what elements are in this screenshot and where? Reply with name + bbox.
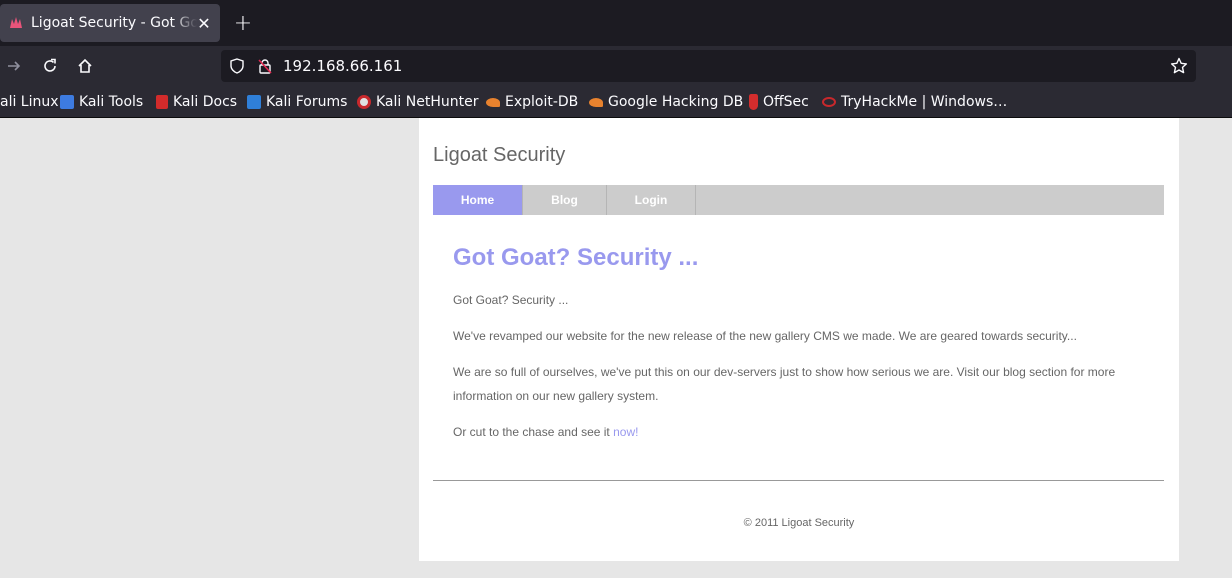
bookmark-label: Kali Docs (173, 94, 238, 110)
url-text[interactable]: 192.168.66.161 (283, 57, 402, 75)
browser-tab[interactable]: Ligoat Security - Got Goat? Security ...… (0, 4, 220, 42)
bookmark-label: ali Linux (0, 94, 59, 110)
footer-copyright: © 2011 Ligoat Security (743, 517, 855, 529)
navigation-toolbar: 192.168.66.161 (0, 46, 1232, 86)
bookmark-tryhackme[interactable]: TryHackMe | Windows… (822, 92, 1007, 112)
address-bar[interactable]: 192.168.66.161 (221, 50, 1196, 82)
bookmark-label: TryHackMe | Windows… (841, 94, 1008, 110)
bookmark-label: Kali Forums (266, 94, 348, 110)
bookmark-label: Kali NetHunter (376, 94, 479, 110)
ghdb-icon (589, 97, 603, 107)
bookmark-star-icon[interactable] (1170, 57, 1188, 79)
bookmark-google-hacking-db[interactable]: Google Hacking DB (589, 92, 743, 112)
exploit-db-icon (486, 97, 500, 107)
new-tab-button[interactable]: + (230, 10, 256, 36)
bookmark-offsec[interactable]: OffSec (749, 92, 809, 112)
bookmark-label: Google Hacking DB (608, 94, 744, 110)
nethunter-icon (357, 95, 371, 109)
site-title: Ligoat Security (433, 144, 566, 166)
main-menu: Home Blog Login (433, 185, 1164, 215)
cta-paragraph: Or cut to the chase and see it now! (453, 420, 1133, 444)
close-tab-icon[interactable]: ✕ (194, 13, 214, 33)
now-link[interactable]: now! (613, 425, 638, 439)
menu-item-blog[interactable]: Blog (523, 185, 607, 215)
bookmark-kali-nethunter[interactable]: Kali NetHunter (357, 92, 478, 112)
tab-strip: Ligoat Security - Got Goat? Security ...… (0, 0, 1232, 46)
forward-arrow-icon[interactable] (2, 54, 26, 78)
tracking-shield-icon[interactable] (229, 58, 245, 78)
bookmark-kali-tools[interactable]: Kali Tools (60, 92, 143, 112)
tab-title: Ligoat Security - Got Goat? Security ... (31, 15, 197, 31)
kali-tools-icon (60, 95, 74, 109)
bookmark-label: Exploit-DB (505, 94, 579, 110)
dev-server-paragraph: We are so full of ourselves, we've put t… (453, 365, 1116, 403)
kali-docs-icon (156, 95, 168, 109)
bookmark-kali-docs[interactable]: Kali Docs (156, 92, 237, 112)
web-viewport: Ligoat Security Home Blog Login Got Goat… (0, 118, 1232, 578)
footer-divider (433, 480, 1164, 481)
page-headline: Got Goat? Security ... (453, 244, 699, 271)
page-container: Ligoat Security Home Blog Login Got Goat… (419, 118, 1179, 561)
kali-forums-icon (247, 95, 261, 109)
bookmark-kali-linux[interactable]: ali Linux (0, 92, 59, 112)
main-content: Got Goat? Security ... Got Goat? Securit… (453, 244, 1133, 444)
home-icon[interactable] (73, 54, 97, 78)
reload-icon[interactable] (38, 54, 62, 78)
kali-dragon-icon (8, 15, 24, 31)
bookmark-kali-forums[interactable]: Kali Forums (247, 92, 347, 112)
tryhackme-icon (822, 97, 836, 107)
menu-item-login[interactable]: Login (607, 185, 696, 215)
offsec-icon (749, 94, 758, 110)
insecure-lock-icon[interactable] (257, 58, 273, 78)
bookmark-label: OffSec (763, 94, 809, 110)
bookmarks-toolbar: ali Linux Kali Tools Kali Docs Kali Foru… (0, 86, 1232, 118)
revamp-paragraph: We've revamped our website for the new r… (453, 329, 1077, 343)
cta-text: Or cut to the chase and see it (453, 425, 614, 439)
bookmark-label: Kali Tools (79, 94, 144, 110)
bookmark-exploit-db[interactable]: Exploit-DB (486, 92, 578, 112)
menu-item-home[interactable]: Home (433, 185, 523, 215)
intro-paragraph: Got Goat? Security ... (453, 293, 569, 307)
